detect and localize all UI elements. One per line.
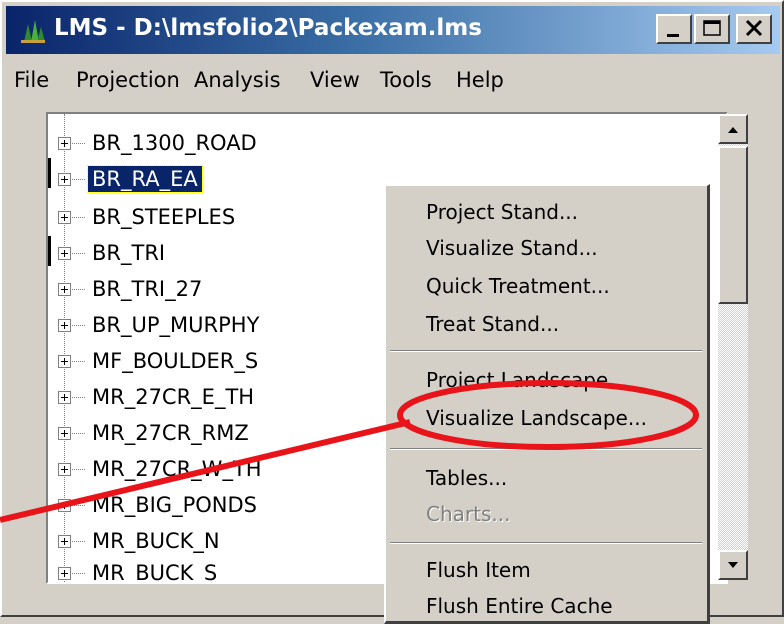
- tree-item[interactable]: BR_1300_ROAD: [48, 124, 724, 160]
- expand-icon[interactable]: [58, 137, 71, 150]
- minimize-icon: [667, 34, 679, 37]
- scroll-up-button[interactable]: [718, 114, 748, 144]
- expand-icon[interactable]: [58, 283, 71, 296]
- vertical-scrollbar[interactable]: [718, 114, 748, 580]
- tree-dots: [72, 217, 85, 218]
- tree-item-label: MR_BUCK_N: [92, 529, 220, 553]
- tree-item-label: MR_27CR_W_TH: [92, 457, 262, 481]
- tree-dots: [72, 397, 85, 398]
- tree-dots: [72, 325, 85, 326]
- tree-dots: [72, 573, 85, 574]
- tree-item-label: MR_27CR_RMZ: [92, 421, 249, 445]
- menu-item-flush-item[interactable]: Flush Item: [426, 558, 531, 582]
- menu-help[interactable]: Help: [456, 68, 504, 92]
- context-menu: Project Stand... Visualize Stand... Quic…: [384, 184, 710, 624]
- tree-item-label: MR_BUCK_S: [92, 561, 218, 584]
- tree-dots: [72, 361, 85, 362]
- expand-icon[interactable]: [58, 567, 71, 580]
- maximize-button[interactable]: [694, 14, 730, 44]
- menu-item-treat-stand[interactable]: Treat Stand...: [426, 312, 559, 336]
- menu-analysis[interactable]: Analysis: [194, 68, 281, 92]
- menu-item-visualize-stand[interactable]: Visualize Stand...: [426, 236, 598, 260]
- scrollbar-thumb[interactable]: [718, 146, 748, 304]
- arrow-down-icon: [728, 562, 738, 568]
- tree-item-label: BR_RA_EA: [87, 165, 203, 193]
- menu-item-tables[interactable]: Tables...: [426, 466, 507, 490]
- menu-separator: [390, 448, 702, 450]
- menu-tools[interactable]: Tools: [380, 68, 432, 92]
- expand-icon[interactable]: [58, 173, 71, 186]
- menu-item-project-landscape[interactable]: Project Landscape...: [426, 368, 627, 392]
- menu-projection[interactable]: Projection: [76, 68, 180, 92]
- tree-dots: [72, 289, 85, 290]
- expand-icon[interactable]: [58, 499, 71, 512]
- window-title: LMS - D:\lmsfolio2\Packexam.lms: [54, 15, 482, 41]
- tree-dots: [72, 143, 85, 144]
- expand-icon[interactable]: [58, 211, 71, 224]
- menu-item-quick-treatment[interactable]: Quick Treatment...: [426, 274, 610, 298]
- tree-item-label: BR_TRI_27: [92, 277, 203, 301]
- arrow-up-icon: [728, 127, 738, 133]
- close-button[interactable]: [736, 14, 772, 44]
- scroll-down-button[interactable]: [718, 550, 748, 580]
- menu-separator: [390, 350, 702, 352]
- expand-icon[interactable]: [58, 247, 71, 260]
- title-bar[interactable]: LMS - D:\lmsfolio2\Packexam.lms: [6, 6, 780, 54]
- menu-item-charts: Charts...: [426, 502, 511, 526]
- tree-dots: [72, 541, 85, 542]
- tree-item-label: BR_UP_MURPHY: [92, 313, 260, 337]
- tree-item-label: MR_BIG_PONDS: [92, 493, 257, 517]
- app-tree-icon: [21, 20, 45, 43]
- menu-file[interactable]: File: [14, 68, 49, 92]
- expand-icon[interactable]: [58, 391, 71, 404]
- expand-icon[interactable]: [58, 463, 71, 476]
- expand-icon[interactable]: [58, 427, 71, 440]
- menu-item-project-stand[interactable]: Project Stand...: [426, 200, 578, 224]
- tree-dots: [72, 433, 85, 434]
- tree-dots: [72, 505, 85, 506]
- tree-item-label: MF_BOULDER_S: [92, 349, 259, 373]
- close-icon: [745, 19, 763, 37]
- tree-dots: [72, 253, 85, 254]
- menu-item-flush-entire-cache[interactable]: Flush Entire Cache: [426, 594, 613, 618]
- tree-dots: [72, 179, 85, 180]
- expand-icon[interactable]: [58, 319, 71, 332]
- tree-item-label: BR_1300_ROAD: [92, 131, 257, 155]
- tree-dots: [72, 469, 85, 470]
- menu-view[interactable]: View: [310, 68, 360, 92]
- expand-icon[interactable]: [58, 355, 71, 368]
- maximize-icon: [703, 20, 721, 36]
- menu-separator: [390, 542, 702, 544]
- menu-bar: File Projection Analysis View Tools Help: [4, 58, 780, 100]
- expand-icon[interactable]: [58, 535, 71, 548]
- tree-item-label: BR_TRI: [92, 241, 166, 265]
- tree-item-label: BR_STEEPLES: [92, 205, 236, 229]
- tree-item-label: MR_27CR_E_TH: [92, 385, 255, 409]
- minimize-button[interactable]: [656, 14, 692, 44]
- menu-item-visualize-landscape[interactable]: Visualize Landscape...: [426, 406, 647, 430]
